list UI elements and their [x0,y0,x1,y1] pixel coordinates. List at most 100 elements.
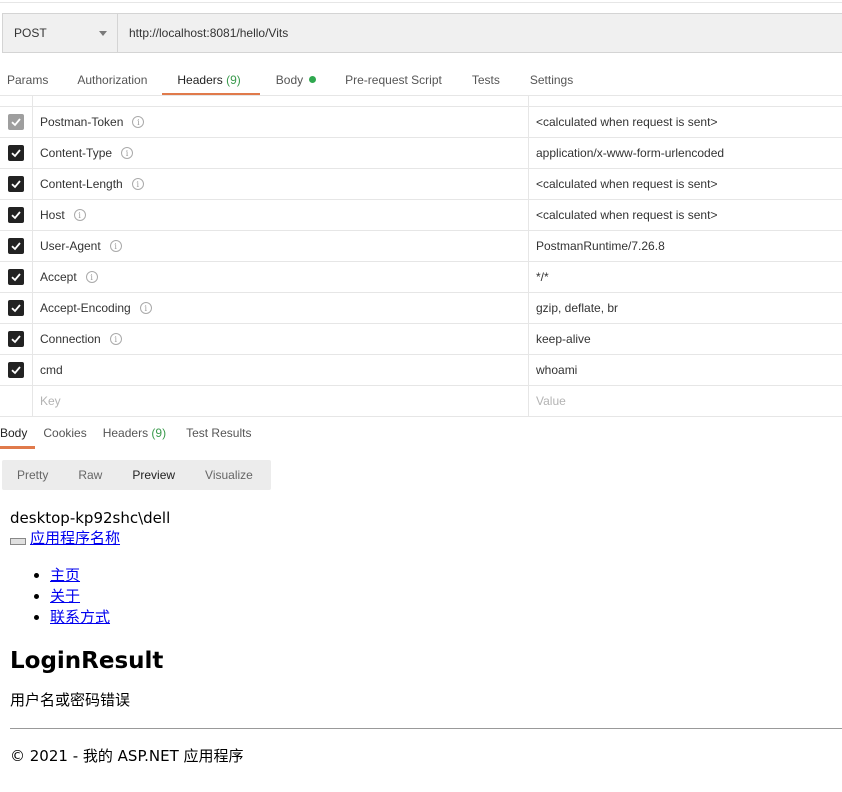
tab-tests[interactable]: Tests [472,64,500,96]
tab-label: Tests [471,73,500,87]
header-value[interactable]: <calculated when request is sent> [529,169,842,199]
info-icon[interactable]: i [109,240,122,252]
tab-settings[interactable]: Settings [530,64,573,96]
request-bar: POST [2,13,842,53]
new-header-key-input[interactable]: Key [33,386,529,416]
header-checkbox[interactable] [8,145,24,161]
header-value-text: <calculated when request is sent> [536,208,718,222]
nav-link-contact[interactable]: 联系方式 [50,608,110,626]
brand-link[interactable]: 应用程序名称 [30,528,120,549]
header-value-text: gzip, deflate, br [536,301,619,315]
header-value-text: <calculated when request is sent> [536,177,718,191]
header-key-text: Connection [40,332,101,346]
list-item: 关于 [50,586,842,607]
tab-label: Authorization [77,73,148,87]
header-key-text: Accept [40,270,77,284]
table-header-row [0,96,842,107]
info-icon[interactable]: i [132,116,145,128]
tab-label: Headers [102,426,149,440]
list-item: 联系方式 [50,607,842,628]
table-row: Connection i keep-alive [0,324,842,355]
response-tab-headers[interactable]: Headers (9) [103,418,166,449]
info-icon[interactable]: i [85,271,98,283]
header-key[interactable]: User-Agent i [33,231,529,261]
view-preview-button[interactable]: Preview [132,468,175,482]
header-value[interactable]: PostmanRuntime/7.26.8 [529,231,842,261]
url-input[interactable] [118,14,842,52]
header-checkbox[interactable] [8,269,24,285]
header-key[interactable]: Content-Length i [33,169,529,199]
header-value[interactable]: keep-alive [529,324,842,354]
tab-params[interactable]: Params [7,64,48,96]
header-checkbox[interactable] [8,114,24,130]
view-mode-bar: Pretty Raw Preview Visualize [2,460,271,490]
header-checkbox[interactable] [8,362,24,378]
tab-label: Headers [177,73,223,87]
list-item: 主页 [50,565,842,586]
header-checkbox[interactable] [8,300,24,316]
header-checkbox[interactable] [8,207,24,223]
view-pretty-button[interactable]: Pretty [17,468,48,482]
tab-headers[interactable]: Headers (9) [162,64,261,96]
nav-link-about[interactable]: 关于 [50,587,80,605]
tab-body[interactable]: Body [275,64,317,96]
tab-count: (9) [151,426,167,440]
header-value[interactable]: <calculated when request is sent> [529,200,842,230]
header-value-text: whoami [536,363,578,377]
header-value-text: <calculated when request is sent> [536,115,718,129]
header-value[interactable]: gzip, deflate, br [529,293,842,323]
nav-link-home[interactable]: 主页 [50,566,80,584]
tab-pre-request-script[interactable]: Pre-request Script [345,64,442,96]
table-row: Accept-Encoding i gzip, deflate, br [0,293,842,324]
header-value[interactable]: */* [529,262,842,292]
response-preview: desktop-kp92shc\dell 应用程序名称 主页 关于 联系方式 L… [10,508,842,765]
divider [10,728,842,729]
header-key[interactable]: Accept i [33,262,529,292]
header-key-text: Postman-Token [40,115,124,129]
checkmark-icon [11,118,21,127]
checkmark-icon [11,366,21,375]
response-tab-test-results[interactable]: Test Results [186,418,251,449]
header-checkbox[interactable] [8,238,24,254]
header-key[interactable]: Connection i [33,324,529,354]
header-value-text: */* [536,270,549,284]
info-icon[interactable]: i [109,333,122,345]
method-select[interactable]: POST [3,14,118,52]
info-icon[interactable]: i [139,302,152,314]
table-row: Content-Length i <calculated when request… [0,169,842,200]
header-value[interactable]: <calculated when request is sent> [529,107,842,137]
header-key[interactable]: Host i [33,200,529,230]
view-visualize-button[interactable]: Visualize [205,468,253,482]
header-key[interactable]: cmd [33,355,529,385]
tab-authorization[interactable]: Authorization [77,64,147,96]
response-tab-body[interactable]: Body [0,418,36,449]
table-row: Host i <calculated when request is sent> [0,200,842,231]
tab-count: (9) [226,73,241,87]
info-icon[interactable]: i [121,147,134,159]
nav-list: 主页 关于 联系方式 [10,565,842,628]
header-key-text: Content-Type [40,146,113,160]
header-key[interactable]: Accept-Encoding i [33,293,529,323]
view-raw-button[interactable]: Raw [78,468,102,482]
info-icon[interactable]: i [131,178,144,190]
request-tabs: Params Authorization Headers (9) Body Pr… [0,64,573,96]
header-key[interactable]: Content-Type i [33,138,529,168]
info-icon[interactable]: i [73,209,86,221]
tab-label: Cookies [43,426,87,440]
header-key-text: Host [40,208,65,222]
checkmark-icon [11,273,21,282]
headers-table: Postman-Token i <calculated when request … [0,95,842,417]
header-key[interactable]: Postman-Token i [33,107,529,137]
tab-label: Body [275,73,304,87]
checkmark-icon [11,304,21,313]
header-checkbox[interactable] [8,331,24,347]
header-checkbox[interactable] [8,176,24,192]
header-value[interactable]: application/x-www-form-urlencoded [529,138,842,168]
table-row: cmd whoami [0,355,842,386]
response-tab-cookies[interactable]: Cookies [43,418,86,449]
page-title: LoginResult [10,648,164,674]
new-header-value-input[interactable]: Value [529,386,842,416]
navbar-toggle-button[interactable] [10,538,26,545]
header-value[interactable]: whoami [529,355,842,385]
checkmark-icon [11,242,21,251]
